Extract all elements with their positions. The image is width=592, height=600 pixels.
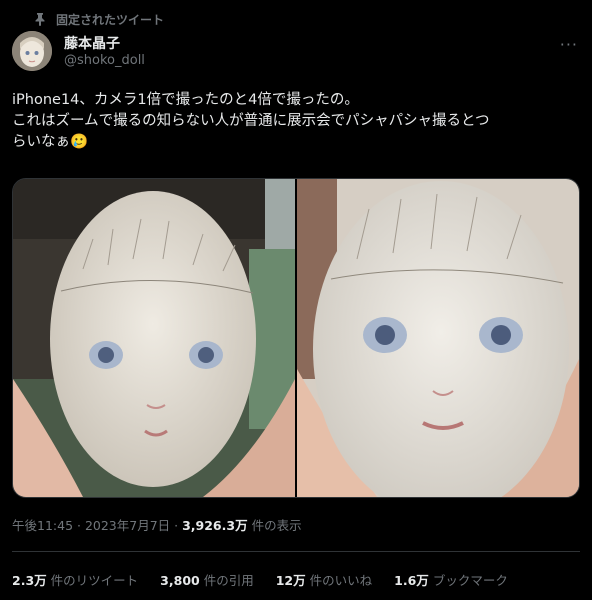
likes-stat[interactable]: 12万 件のいいね — [276, 570, 372, 589]
tweet-line: らいなぁ🥲 — [12, 134, 89, 150]
avatar[interactable] — [12, 31, 52, 71]
meta-separator: · — [170, 518, 183, 533]
author-name[interactable]: 藤本晶子 — [64, 33, 120, 53]
meta-separator: · — [73, 518, 85, 533]
bookmarks-count: 1.6万 — [394, 573, 429, 588]
quotes-label: 件の引用 — [203, 573, 254, 588]
pinned-indicator: 固定されたツイート — [32, 10, 164, 28]
tweet-line: iPhone14、カメラ1倍で撮ったのと4倍で撮ったの。 — [12, 92, 359, 108]
retweets-stat[interactable]: 2.3万 件のリツイート — [12, 570, 138, 589]
views-count: 3,926.3万 — [182, 518, 248, 533]
tweet-stats: 2.3万 件のリツイート 3,800 件の引用 12万 件のいいね 1.6万 ブックマー… — [12, 570, 508, 589]
tweet-text: iPhone14、カメラ1倍で撮ったのと4倍で撮ったの。 これはズームで撮るの知… — [12, 90, 572, 153]
tweet-meta: 午後11:45 · 2023年7月7日 · 3,926.3万 件の表示 — [12, 515, 302, 534]
more-icon[interactable]: ··· — [560, 35, 578, 54]
pinned-label: 固定されたツイート — [56, 12, 165, 27]
pin-icon — [32, 11, 48, 27]
bookmarks-stat[interactable]: 1.6万 ブックマーク — [394, 570, 508, 589]
photo-1x[interactable] — [13, 179, 295, 497]
bookmarks-label: ブックマーク — [432, 573, 508, 588]
tweet-media[interactable] — [12, 178, 580, 498]
quotes-stat[interactable]: 3,800 件の引用 — [160, 570, 254, 589]
divider — [12, 551, 580, 552]
likes-label: 件のいいね — [309, 573, 373, 588]
views-label: 件の表示 — [247, 518, 302, 533]
photo-4x[interactable] — [297, 179, 579, 497]
tweet-time[interactable]: 午後11:45 — [12, 518, 73, 533]
tweet-line: これはズームで撮るの知らない人が普通に展示会でパシャパシャ撮るとつ — [12, 113, 490, 129]
tweet-date[interactable]: 2023年7月7日 — [85, 518, 170, 533]
quotes-count: 3,800 — [160, 573, 200, 588]
retweets-count: 2.3万 — [12, 573, 47, 588]
author-handle[interactable]: @shoko_doll — [64, 53, 145, 68]
likes-count: 12万 — [275, 573, 306, 588]
retweets-label: 件のリツイート — [50, 573, 139, 588]
